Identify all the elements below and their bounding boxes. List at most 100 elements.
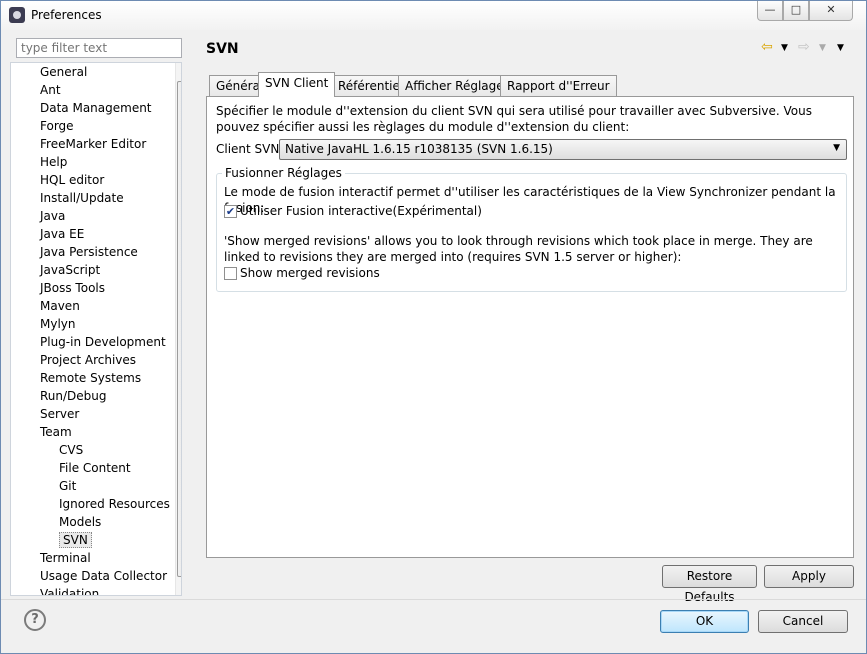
tree-item-label: FreeMarker Editor [40,137,147,151]
eclipse-icon [9,7,25,23]
tree-item[interactable]: File Content [59,459,131,477]
tree-item-label: Ant [40,83,61,97]
help-icon[interactable]: ? [24,609,46,631]
tree-item-label: Ignored Resources [59,497,170,511]
title-bar[interactable]: Preferences — □ ✕ [1,1,866,30]
cancel-button[interactable]: Cancel [758,610,848,633]
tree-item[interactable]: Team [40,423,72,441]
tree-item[interactable]: Project Archives [40,351,136,369]
tree-item-label: JBoss Tools [40,281,105,295]
svn-client-panel: Spécifier le module d''extension du clie… [206,96,854,558]
tree-item[interactable]: Ignored Resources [59,495,170,513]
tree-item-label: CVS [59,443,84,457]
tree-item[interactable]: Java Persistence [40,243,138,261]
tree-item-label: SVN [59,532,92,548]
filter-input[interactable] [16,38,182,58]
tree-item[interactable]: Usage Data Collector [40,567,167,585]
checkmark-icon: ✔ [225,205,236,218]
client-svn-value: Native JavaHL 1.6.15 r1038135 (SVN 1.6.1… [285,142,553,156]
tree-item-label: Usage Data Collector [40,569,168,583]
view-menu-icon[interactable]: ▼ [837,43,844,53]
tree-item[interactable]: JBoss Tools [40,279,105,297]
scroll-down-icon[interactable]: ▼ [176,577,182,593]
tree-item[interactable]: Help [40,153,67,171]
tree-item[interactable]: Terminal [40,549,91,567]
tree-item-label: Server [40,407,80,421]
tree-item[interactable]: Java EE [40,225,84,243]
close-button[interactable]: ✕ [809,1,853,21]
tree-item-label: Mylyn [40,317,76,331]
tree-item[interactable]: FreeMarker Editor [40,135,146,153]
tree-item[interactable]: Java [40,207,65,225]
client-svn-label: Client SVN: [216,142,284,156]
tree-item-label: Plug-in Development [40,335,166,349]
ok-button[interactable]: OK [660,610,749,633]
tree-item[interactable]: Server [40,405,79,423]
tree-item[interactable]: HQL editor [40,171,104,189]
scroll-up-icon[interactable]: ▲ [176,63,182,79]
tree-item[interactable]: Forge [40,117,74,135]
preferences-window: Preferences — □ ✕ Validation Usage Data C… [0,0,867,654]
show-merged-checkbox[interactable] [224,267,237,280]
merged-revisions-text: 'Show merged revisions' allows you to lo… [224,234,813,264]
minimize-button[interactable]: — [757,1,783,21]
merge-settings-group: Fusionner Réglages Le mode de fusion int… [216,166,847,292]
maximize-button[interactable]: □ [783,1,809,21]
window-title: Preferences [31,8,102,22]
tree-item[interactable]: Plug-in Development [40,333,166,351]
client-description: Spécifier le module d''extension du clie… [216,104,812,134]
restore-defaults-button[interactable]: Restore Defaults [662,565,757,604]
tab-rapport-erreur[interactable]: Rapport d''Erreur [500,75,617,96]
interactive-merge-checkbox[interactable]: ✔ [224,205,237,218]
tree-item-label: Java EE [40,227,85,241]
tree-item-label: Help [40,155,68,169]
tree-item-label: Install/Update [40,191,124,205]
preference-tree: Validation Usage Data Collector Terminal SV… [10,62,182,596]
tree-item-label: Data Management [40,101,152,115]
show-merged-label: Show merged revisions [240,266,380,280]
tree-item-label: Java Persistence [40,245,138,259]
tree-scrollbar[interactable]: ▲ ▼ [175,63,182,595]
tree-item[interactable]: Mylyn [40,315,76,333]
back-dropdown-icon[interactable]: ▼ [781,43,788,53]
forward-dropdown-icon[interactable]: ▼ [819,43,826,53]
page-title: SVN [206,41,239,57]
scroll-thumb[interactable] [177,81,182,577]
tree-item[interactable]: Ant [40,81,61,99]
client-svn-select[interactable]: Native JavaHL 1.6.15 r1038135 (SVN 1.6.1… [279,139,847,160]
tree-item[interactable]: Run/Debug [40,387,107,405]
group-title: Fusionner Réglages [222,166,345,180]
tree-item[interactable]: General [40,63,87,81]
tree-item[interactable]: Remote Systems [40,369,141,387]
tree-item-label: Remote Systems [40,371,142,385]
tree-item[interactable]: JavaScript [40,261,100,279]
tree-item[interactable]: Git [59,477,76,495]
footer-divider [1,599,866,600]
tree-item-label: HQL editor [40,173,105,187]
tree-item[interactable]: CVS [59,441,83,459]
tree-item-label: File Content [59,461,131,475]
tree-item[interactable]: Validation [40,585,100,596]
tree-item[interactable]: Install/Update [40,189,124,207]
tree-item-label: Git [59,479,77,493]
tree-item-label: Project Archives [40,353,137,367]
back-arrow-icon[interactable]: ⇦ [761,39,773,55]
tab-svn-client[interactable]: SVN Client [258,72,336,97]
tree-item[interactable]: Maven [40,297,80,315]
apply-button[interactable]: Apply [764,565,854,588]
grip-icon [181,322,182,330]
tree-item[interactable]: SVN [59,531,92,549]
tree-item-label: General [40,65,88,79]
tree-item-label: Java [40,209,66,223]
tree-item-label: JavaScript [40,263,101,277]
interactive-merge-label: Utiliser Fusion interactive(Expérimental… [240,204,482,218]
tree-item-label: Forge [40,119,74,133]
chevron-down-icon: ▼ [833,143,840,153]
tree-item-label: Run/Debug [40,389,107,403]
tree-item-label: Terminal [40,551,91,565]
tree-item-label: Team [40,425,72,439]
tree-item-label: Validation [40,587,100,596]
tree-item[interactable]: Models [59,513,101,531]
forward-arrow-icon[interactable]: ⇨ [798,39,810,55]
tree-item[interactable]: Data Management [40,99,152,117]
